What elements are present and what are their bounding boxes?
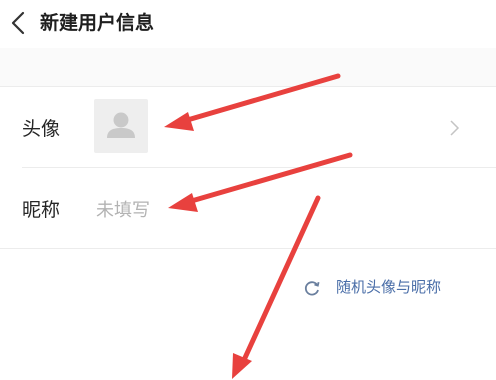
divider [0,248,496,249]
back-icon[interactable] [6,10,30,36]
avatar-row[interactable] [0,87,496,167]
person-icon [107,112,135,138]
nickname-row[interactable] [0,168,496,248]
random-label: 随机头像与昵称 [336,278,442,296]
section-gap [0,48,496,86]
chevron-right-icon [450,120,460,136]
avatar[interactable] [94,99,148,153]
refresh-icon [304,281,320,296]
page-title: 新建用户信息 [40,12,155,34]
avatar-label: 头像 [22,118,61,140]
header-bar: 新建用户信息 [0,0,496,48]
nickname-label: 昵称 [22,199,61,221]
nickname-input[interactable]: 未填写 [96,196,150,222]
